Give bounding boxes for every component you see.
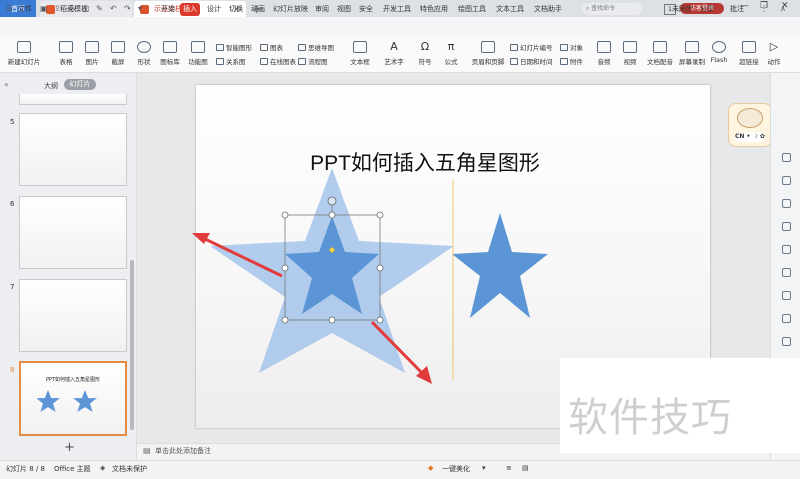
picture-tool-icon[interactable] bbox=[782, 222, 791, 231]
resize-handle[interactable] bbox=[281, 316, 289, 324]
star-right-shape[interactable] bbox=[452, 213, 548, 318]
chevron-down-icon[interactable]: ▾ bbox=[482, 464, 486, 472]
notes-icon: ▤ bbox=[143, 446, 151, 455]
notes-placeholder[interactable]: 单击此处添加备注 bbox=[155, 446, 211, 456]
resize-handle[interactable] bbox=[281, 264, 289, 272]
resize-handle[interactable] bbox=[376, 316, 384, 324]
one-click-beautify-button[interactable]: 一键美化 bbox=[442, 464, 470, 474]
chart-tool-icon[interactable] bbox=[782, 245, 791, 254]
shield-icon: ◈ bbox=[100, 464, 106, 472]
layout-icon[interactable] bbox=[782, 291, 791, 300]
rotate-handle-icon[interactable] bbox=[327, 196, 337, 206]
slide-count-status: 幻灯片 8 / 8 bbox=[6, 465, 45, 473]
fill-icon[interactable] bbox=[782, 153, 791, 162]
watermark-text: 软件技巧 bbox=[568, 395, 732, 441]
shape-style-icon[interactable] bbox=[782, 199, 791, 208]
mascot-bubble: CN • ☽ ✿ bbox=[735, 132, 765, 142]
theme-status[interactable]: Office 主题 bbox=[54, 464, 91, 474]
grid-icon[interactable] bbox=[782, 268, 791, 277]
settings-icon[interactable] bbox=[782, 314, 791, 323]
resize-handle[interactable] bbox=[376, 211, 384, 219]
protect-status[interactable]: 文档未保护 bbox=[112, 464, 147, 474]
notes-view-icon[interactable]: ▤ bbox=[522, 464, 529, 472]
beautify-icon: ◆ bbox=[428, 464, 434, 472]
cat-mascot-icon bbox=[737, 108, 763, 128]
view-mode-icon[interactable]: ≡ bbox=[506, 464, 512, 472]
more-tools-icon[interactable] bbox=[782, 337, 791, 346]
slide-title-text[interactable]: PPT如何插入五角星图形 bbox=[250, 147, 600, 177]
mascot-widget[interactable]: CN • ☽ ✿ bbox=[728, 103, 772, 147]
resize-handle[interactable] bbox=[281, 211, 289, 219]
resize-handle[interactable] bbox=[328, 211, 336, 219]
edit-icon[interactable] bbox=[782, 176, 791, 185]
resize-handle[interactable] bbox=[328, 316, 336, 324]
resize-handle[interactable] bbox=[376, 264, 384, 272]
